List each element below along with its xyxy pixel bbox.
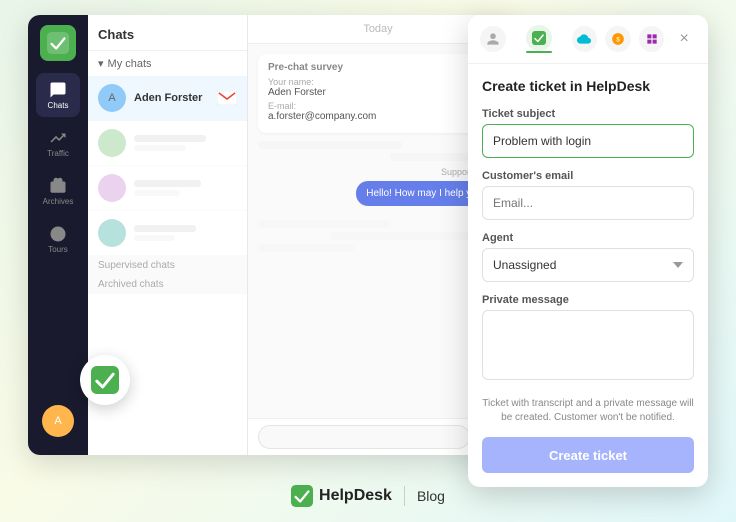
sidebar-item-chats[interactable]: Chats (36, 73, 80, 117)
chat-item-aden[interactable]: A Aden Forster (88, 76, 247, 121)
my-chats-label: ▾ My chats (88, 51, 247, 76)
gmail-icon (217, 91, 237, 105)
private-message-label: Private message (482, 294, 694, 306)
svg-text:$: $ (616, 36, 620, 43)
bottom-bar-divider (404, 486, 405, 506)
person-icon-btn[interactable] (480, 26, 506, 52)
archived-chats-label: Archived chats (88, 275, 247, 294)
sidebar: Chats Traffic Archives Tours A (28, 15, 88, 455)
pre-chat-survey: Pre-chat survey Your name: Aden Forster … (258, 54, 498, 133)
email-value-prechat: a.forster@company.com (268, 111, 488, 122)
chat-avatar-2 (98, 129, 126, 157)
ticket-subject-group: Ticket subject (482, 108, 694, 158)
ticket-panel-topbar: $ × (468, 15, 708, 64)
sidebar-item-traffic[interactable]: Traffic (36, 121, 80, 165)
helpdesk-logo-bottom[interactable]: HelpDesk (291, 485, 392, 507)
support-agent-label: Support Agent (258, 167, 498, 177)
helpdesk-sidebar-logo[interactable] (40, 25, 76, 61)
chat-item-2[interactable] (88, 121, 247, 166)
ticket-form: Create ticket in HelpDesk Ticket subject… (468, 64, 708, 487)
ticket-panel-title: Create ticket in HelpDesk (482, 78, 694, 94)
your-name-value: Aden Forster (268, 87, 488, 98)
helpdesk-logo-overlay[interactable] (80, 355, 130, 405)
ticket-panel: $ × Create ticket in HelpDesk Ticket sub… (468, 15, 708, 487)
agent-group: Agent Unassigned (482, 232, 694, 282)
pre-chat-survey-label: Pre-chat survey (268, 62, 488, 73)
blog-link[interactable]: Blog (417, 488, 445, 504)
bottom-bar: HelpDesk Blog (291, 485, 445, 507)
private-message-group: Private message (482, 294, 694, 385)
ticket-subject-input[interactable] (482, 124, 694, 158)
chat-item-4[interactable] (88, 211, 247, 256)
sidebar-item-archives[interactable]: Archives (36, 169, 80, 213)
chat-list-title: Chats (88, 15, 247, 51)
cloud-icon-btn[interactable] (572, 26, 598, 52)
private-message-textarea[interactable] (482, 310, 694, 380)
customer-email-input[interactable] (482, 186, 694, 220)
agent-label: Agent (482, 232, 694, 244)
user-avatar-sidebar[interactable]: A (42, 405, 74, 437)
chat-avatar-4 (98, 219, 126, 247)
helpdesk-logo-icon (291, 485, 313, 507)
helpdesk-icon-btn[interactable] (526, 25, 552, 51)
customer-email-label: Customer's email (482, 170, 694, 182)
create-ticket-button[interactable]: Create ticket (482, 437, 694, 473)
ticket-subject-label: Ticket subject (482, 108, 694, 120)
supervised-chats-label: Supervised chats (88, 256, 247, 275)
chat-avatar-aden: A (98, 84, 126, 112)
form-hint: Ticket with transcript and a private mes… (482, 397, 694, 425)
customer-email-group: Customer's email (482, 170, 694, 220)
active-tab-indicator (526, 51, 552, 53)
email-label-prechat: E-mail: (268, 101, 488, 111)
grid-icon-btn[interactable] (639, 26, 665, 52)
close-button[interactable]: × (672, 27, 696, 51)
chat-input[interactable] (258, 425, 470, 449)
coin-icon-btn[interactable]: $ (605, 26, 631, 52)
chat-avatar-3 (98, 174, 126, 202)
sidebar-item-tours[interactable]: Tours (36, 217, 80, 261)
your-name-label: Your name: (268, 77, 488, 87)
agent-select[interactable]: Unassigned (482, 248, 694, 282)
chat-item-3[interactable] (88, 166, 247, 211)
